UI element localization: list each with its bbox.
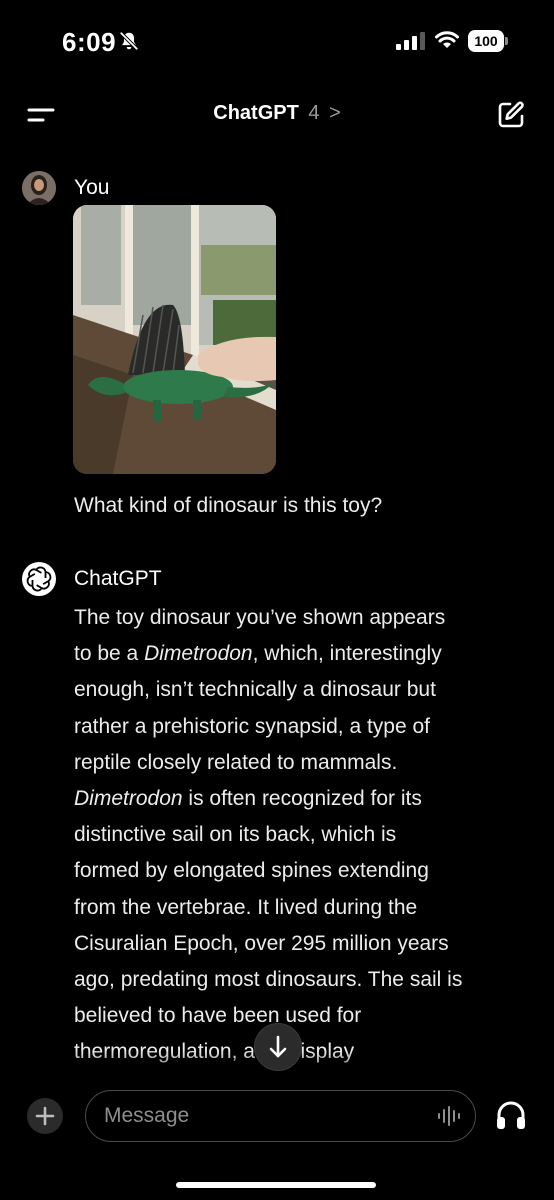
assistant-message: The toy dinosaur you’ve shown appears to … (74, 600, 524, 1071)
assistant-message-line: enough, isn’t technically a dinosaur but (74, 678, 436, 702)
user-message: What kind of dinosaur is this toy? (74, 494, 383, 517)
battery-icon: 100 (468, 30, 508, 52)
waveform-icon[interactable] (436, 1105, 464, 1127)
openai-logo-icon (22, 562, 56, 596)
assistant-message-line: The toy dinosaur you’ve shown appears (74, 606, 446, 629)
chevron-right-icon: > (329, 102, 341, 124)
assistant-message-line: Cisuralian Epoch, over 295 million years (74, 931, 449, 955)
app-header: ChatGPT 4 > (0, 88, 554, 142)
scroll-to-bottom-button[interactable] (254, 1023, 302, 1071)
user-sender-name: You (74, 176, 110, 199)
message-field[interactable] (85, 1090, 476, 1142)
home-indicator (176, 1182, 376, 1188)
header-title: ChatGPT (213, 102, 299, 124)
attach-button[interactable] (27, 1098, 63, 1134)
status-time: 6:09 (62, 27, 117, 57)
wifi-icon (435, 31, 459, 48)
composer-bar (0, 1078, 554, 1200)
assistant-message-line: reptile closely related to mammals. (74, 750, 398, 774)
plus-icon (35, 1106, 55, 1126)
user-avatar (22, 171, 56, 205)
signal-icon (396, 32, 425, 50)
uploaded-photo[interactable] (73, 205, 276, 474)
assistant-message-line: formed by elongated spines extending (74, 859, 429, 883)
battery-level: 100 (468, 30, 504, 52)
arrow-down-icon (269, 1035, 287, 1058)
assistant-sender-name: ChatGPT (74, 567, 162, 590)
assistant-message-line: from the vertebrae. It lived during the (74, 895, 418, 919)
message-input[interactable] (104, 1091, 424, 1140)
compose-icon[interactable] (496, 100, 526, 130)
assistant-message-line: distinctive sail on its back, which is (74, 823, 397, 847)
model-version: 4 (308, 102, 320, 124)
bell-slash-icon (119, 31, 139, 51)
assistant-message-line: Dimetrodon is often recognized for its (74, 787, 422, 811)
assistant-message-line: ago, predating most dinosaurs. The sail … (74, 968, 463, 992)
headphones-icon[interactable] (494, 1098, 528, 1132)
assistant-message-line: rather a prehistoric synapsid, a type of (74, 714, 431, 738)
model-selector[interactable]: ChatGPT 4 > (0, 102, 554, 125)
assistant-message-line: to be a Dimetrodon, which, interestingly (74, 642, 442, 666)
status-bar: 6:09 100 (0, 0, 554, 80)
